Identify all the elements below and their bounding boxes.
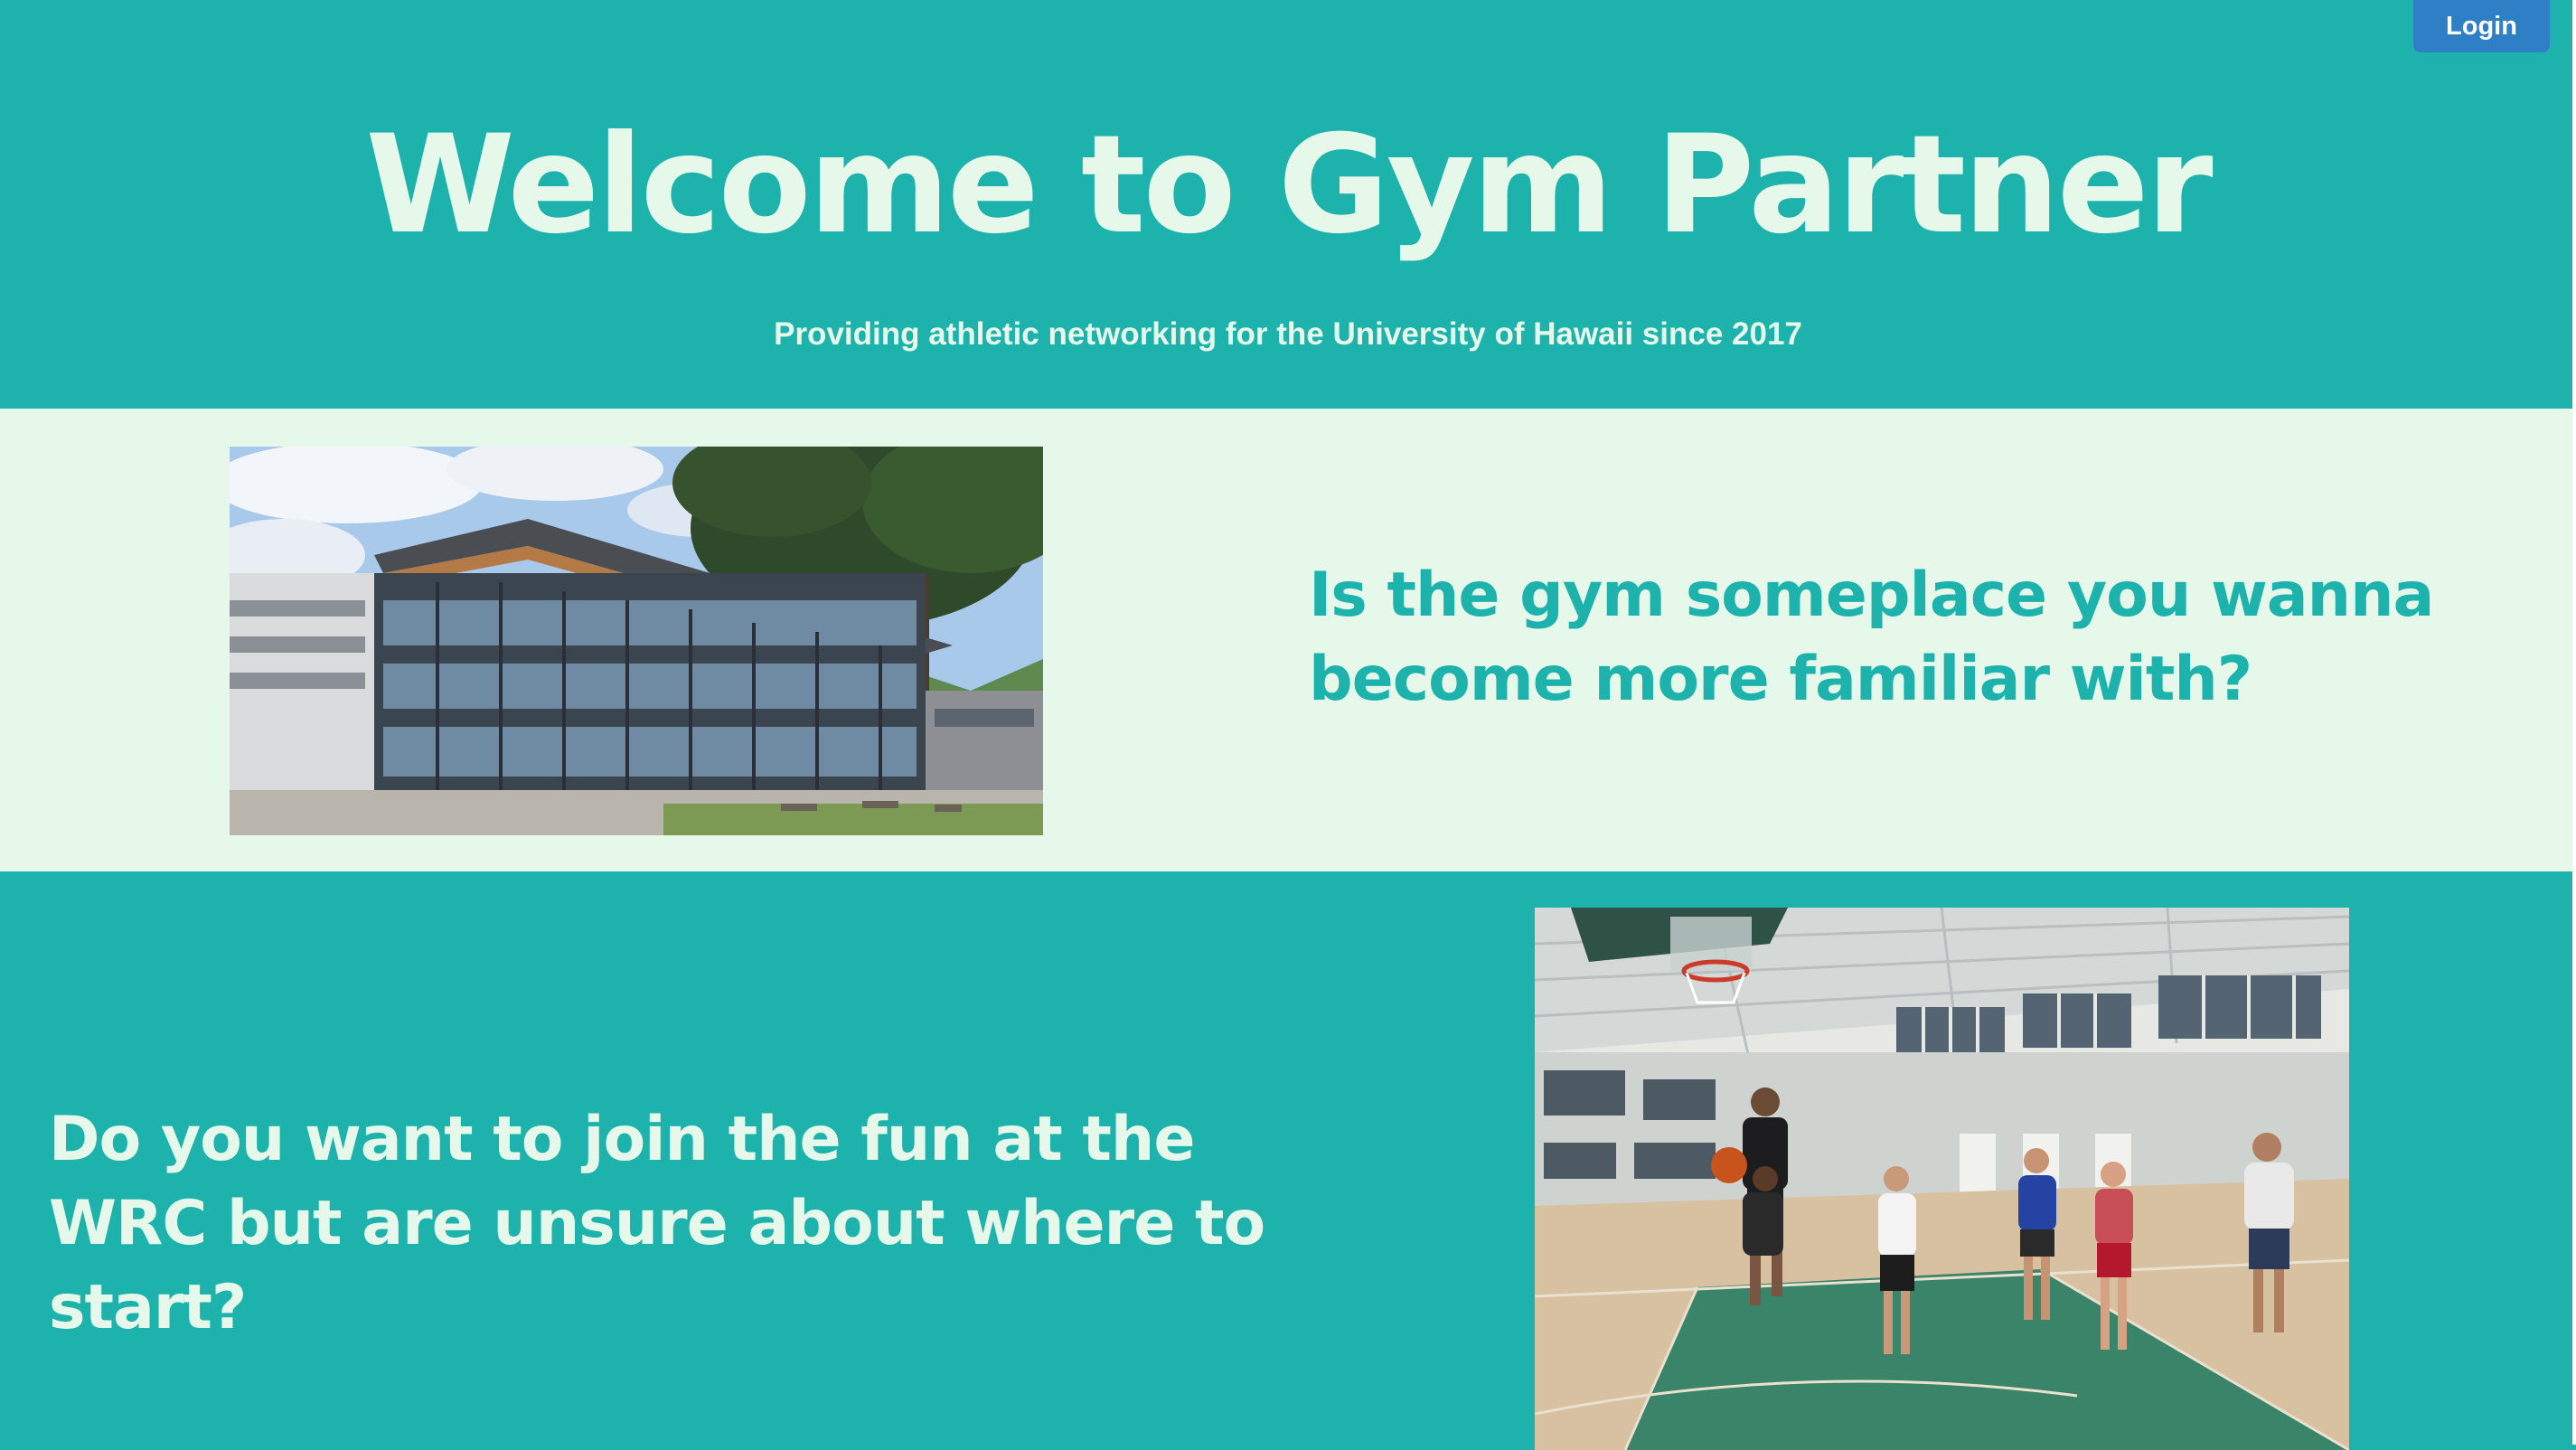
login-button[interactable]: Login (2413, 0, 2550, 52)
basketball-court-image (1535, 908, 2349, 1450)
gym-question-text: Is the gym someplace you wanna become mo… (1309, 560, 2434, 715)
page-subtitle: Providing athletic networking for the Un… (774, 316, 1802, 352)
page-edge (2572, 0, 2576, 1445)
gym-intro-section: Is the gym someplace you wanna become mo… (0, 409, 2576, 871)
wrc-section: Do you want to join the fun at the WRC b… (0, 871, 2576, 1450)
gym-building-image (230, 447, 1043, 835)
hero-section: Welcome to Gym Partner Providing athleti… (0, 0, 2576, 409)
page-title: Welcome to Gym Partner (365, 107, 2213, 264)
wrc-question-text: Do you want to join the fun at the WRC b… (49, 1104, 1265, 1343)
landing-page: Welcome to Gym Partner Providing athleti… (0, 0, 2576, 1450)
